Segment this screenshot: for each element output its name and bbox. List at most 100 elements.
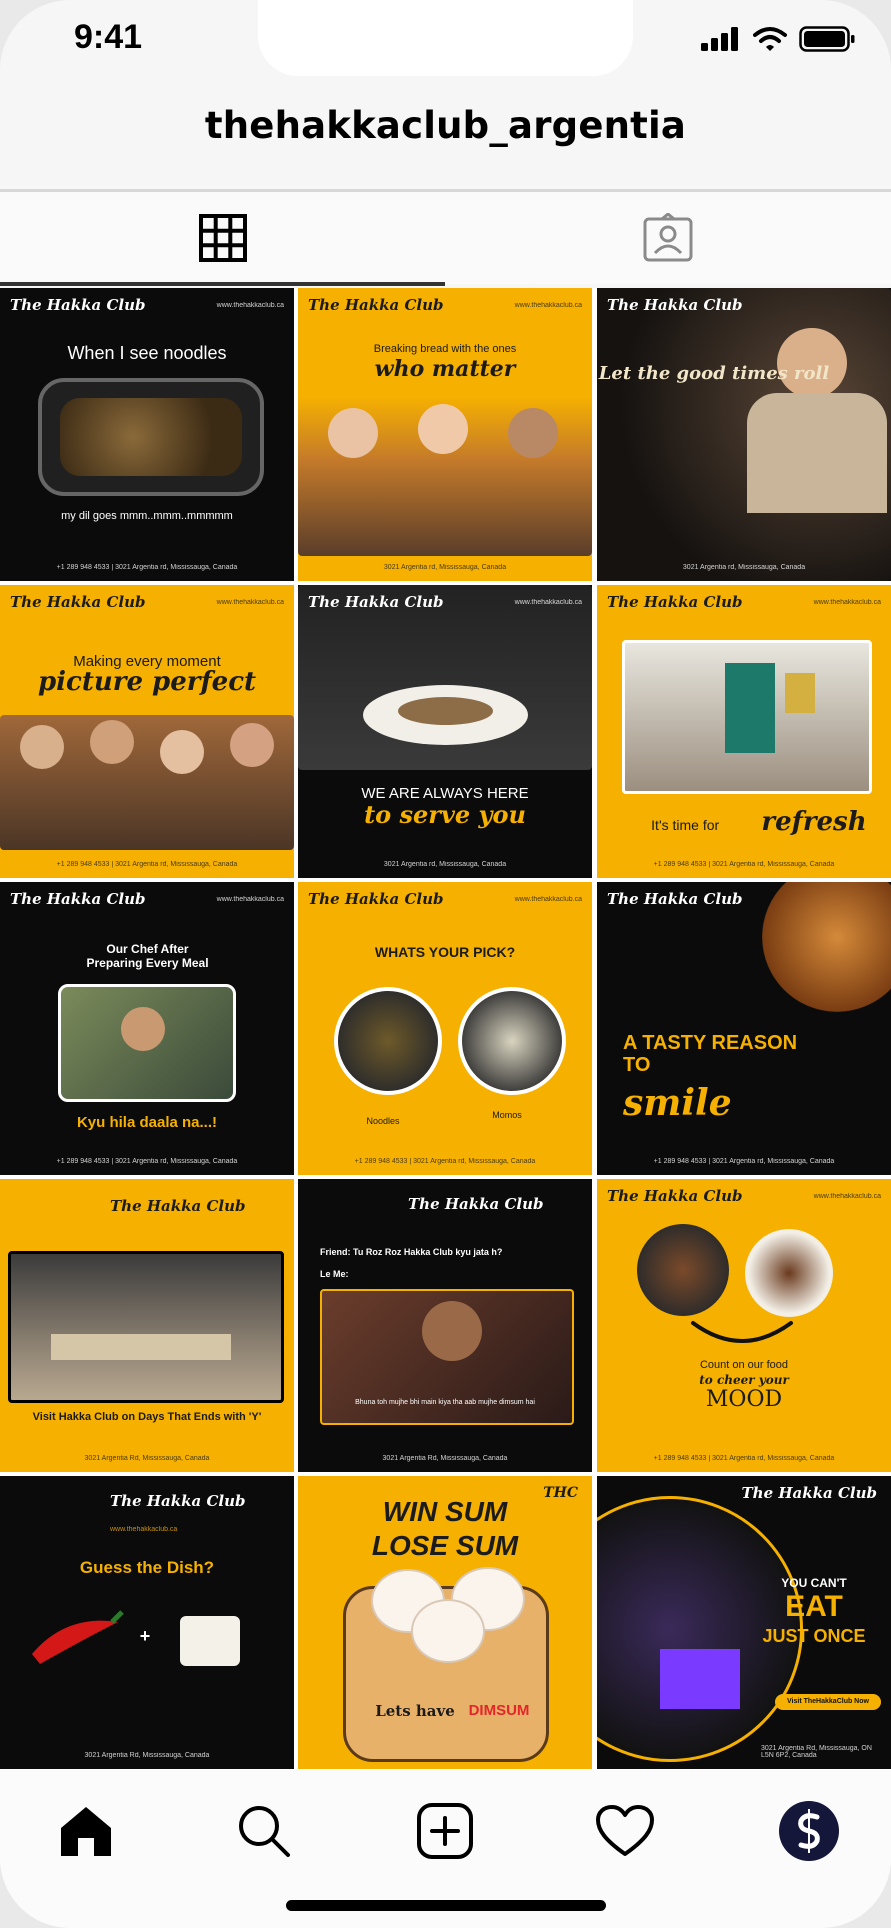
dish-plate-left (637, 1224, 729, 1316)
post-footer: +1 289 948 4533 | 3021 Argentia rd, Miss… (56, 1158, 238, 1165)
post-caption: Kyu hila daala na...! (76, 1114, 218, 1131)
post-tile[interactable]: The Hakka Club www.thehakkaclub.ca WE AR… (298, 585, 592, 878)
post-site: www.thehakkaclub.ca (216, 896, 284, 903)
post-title: When I see noodles (67, 343, 227, 363)
post-tile[interactable]: The Hakka Club YOU CAN'T EAT JUST ONCE V… (597, 1476, 891, 1769)
post-tile[interactable]: The Hakka Club www.thehakkaclub.ca Break… (298, 288, 592, 581)
post-site: www.thehakkaclub.ca (813, 599, 881, 606)
post-title: WHATS YOUR PICK? (374, 944, 516, 960)
post-site: www.thehakkaclub.ca (216, 599, 284, 606)
post-logo: The Hakka Club (607, 593, 743, 611)
dining-photo (597, 288, 891, 581)
post-title: Friend: Tu Roz Roz Hakka Club kyu jata h… (320, 1247, 503, 1257)
post-site: www.thehakkaclub.ca (813, 1193, 881, 1200)
post-tile[interactable]: The Hakka Club www.thehakkaclub.ca Guess… (0, 1476, 294, 1769)
post-logo: The Hakka Club (607, 296, 743, 314)
post-tile[interactable]: The Hakka Club A TASTY REASON TO smile +… (597, 882, 891, 1175)
post-site: www.thehakkaclub.ca (216, 302, 284, 309)
serving-bowl-photo (298, 585, 592, 770)
post-title: Count on our food (699, 1359, 789, 1371)
heart-icon (596, 1805, 654, 1856)
smile-icon (691, 1321, 793, 1343)
post-tile[interactable]: The Hakka Club www.thehakkaclub.ca Makin… (0, 585, 294, 878)
post-footer: +1 289 948 4533 | 3021 Argentia rd, Miss… (56, 564, 238, 571)
visit-button[interactable]: Visit TheHakkaClub Now (775, 1694, 881, 1710)
grid-icon (198, 214, 247, 262)
post-logo: The Hakka Club (10, 296, 146, 314)
tagged-icon (643, 213, 693, 262)
post-site: www.thehakkaclub.ca (514, 599, 582, 606)
post-logo: The Hakka Club (110, 1197, 246, 1215)
home-button[interactable] (41, 1786, 131, 1876)
post-logo: The Hakka Club (308, 890, 444, 908)
post-tile[interactable]: The Hakka Club www.thehakkaclub.ca When … (0, 288, 294, 581)
status-icons (701, 26, 855, 52)
dish-plate-right (745, 1229, 833, 1317)
post-footer: 3021 Argentia Rd, Mississauga, Canada (382, 1455, 508, 1462)
post-logo: The Hakka Club (308, 593, 444, 611)
search-button[interactable] (219, 1786, 309, 1876)
label-momos: Momos (492, 1110, 522, 1120)
post-script: to serve you (364, 800, 526, 829)
post-title: WIN SUM (382, 1496, 508, 1527)
home-indicator (286, 1900, 606, 1911)
post-title: Our Chef After Preparing Every Meal (86, 942, 209, 970)
post-tile[interactable]: The Hakka Club www.thehakkaclub.ca Our C… (0, 882, 294, 1175)
noodles-bowl (334, 987, 442, 1095)
post-footer: +1 289 948 4533 | 3021 Argentia rd, Miss… (653, 861, 835, 868)
phone-screen: 9:41 thehakkaclub_argentia The Hakka Clu… (0, 0, 891, 1928)
post-title: YOU CAN'T (781, 1576, 847, 1590)
post-site: www.thehakkaclub.ca (110, 1526, 178, 1533)
dimsum-basket (343, 1567, 549, 1762)
tab-tagged[interactable] (445, 192, 891, 284)
wifi-icon (753, 27, 787, 51)
profile-tabs (0, 192, 891, 284)
post-tile[interactable]: The Hakka Club Friend: Tu Roz Roz Hakka … (298, 1179, 592, 1472)
post-title-2: LOSE SUM (371, 1530, 519, 1561)
post-site: www.thehakkaclub.ca (514, 896, 582, 903)
status-time: 9:41 (74, 18, 143, 56)
post-script: smile (623, 1082, 732, 1124)
post-footer: +1 289 948 4533 | 3021 Argentia rd, Miss… (354, 1158, 536, 1165)
post-title-2: Le Me: (320, 1269, 349, 1279)
post-title-2: EAT (785, 1590, 843, 1623)
post-script: picture perfect (37, 667, 257, 697)
momos-bowl (458, 987, 566, 1095)
post-tile[interactable]: The Hakka Club www.thehakkaclub.ca Count… (597, 1179, 891, 1472)
friends-photo (298, 396, 592, 556)
post-logo: The Hakka Club (408, 1195, 544, 1213)
post-tile[interactable]: The Hakka Club www.thehakkaclub.ca WHATS… (298, 882, 592, 1175)
posts-grid: The Hakka Club www.thehakkaclub.ca When … (0, 288, 891, 1770)
post-script: Let the good times roll (598, 363, 830, 384)
post-caption-2: DIMSUM (468, 1702, 530, 1719)
post-script: who matter (374, 356, 516, 382)
tab-posts-grid[interactable] (0, 192, 445, 284)
post-logo: The Hakka Club (10, 890, 146, 908)
post-site: www.thehakkaclub.ca (514, 302, 582, 309)
curry-bowl (762, 882, 891, 1012)
post-footer: 3021 Argentia rd, Mississauga, Canada (383, 861, 507, 868)
post-caption: JUST ONCE (762, 1626, 866, 1646)
post-tile[interactable]: THC WIN SUM LOSE SUM Lets have DIMSUM (298, 1476, 592, 1769)
activity-button[interactable] (580, 1786, 670, 1876)
add-post-button[interactable] (400, 1786, 490, 1876)
post-footer: +1 289 948 4533 | 3021 Argentia rd, Miss… (653, 1455, 835, 1462)
noodle-image (38, 378, 264, 496)
post-script: refresh (761, 807, 867, 837)
post-tile[interactable]: The Hakka Club Visit Hakka Club on Days … (0, 1179, 294, 1472)
search-icon (239, 1806, 290, 1857)
post-caption: my dil goes mmm..mmm..mmmmm (61, 510, 233, 522)
post-caption: Bhuna toh mujhe bhi main kiya tha aab mu… (355, 1399, 535, 1406)
post-footer: 3021 Argentia rd, Mississauga, Canada (383, 564, 507, 571)
post-tile[interactable]: The Hakka Club Let the good times roll 3… (597, 288, 891, 581)
post-logo: The Hakka Club (308, 296, 444, 314)
paneer-cubes (180, 1616, 240, 1666)
post-script: to cheer your (699, 1373, 789, 1387)
post-tile[interactable]: The Hakka Club www.thehakkaclub.ca It's … (597, 585, 891, 878)
group-photo (0, 715, 294, 850)
post-logo: The Hakka Club (10, 593, 146, 611)
post-caption: Visit Hakka Club on Days That Ends with … (32, 1411, 262, 1423)
profile-button[interactable] (764, 1786, 854, 1876)
post-footer: 3021 Argentia Rd, Mississauga, Canada (84, 1752, 210, 1759)
post-caption: MOOD (705, 1387, 783, 1412)
